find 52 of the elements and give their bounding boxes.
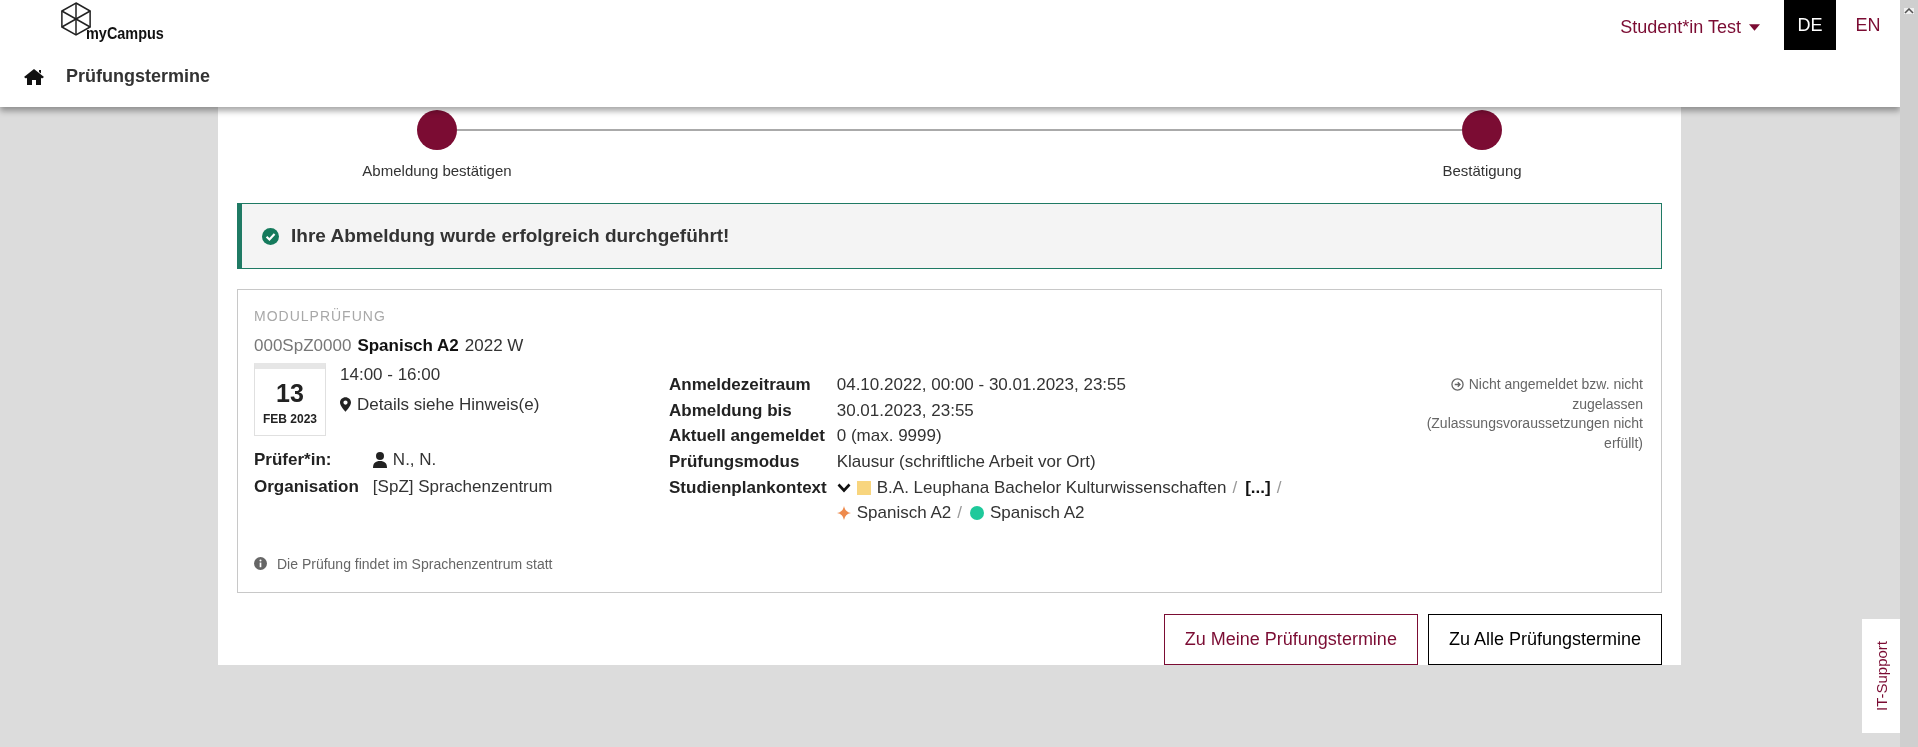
info-icon (254, 557, 267, 571)
step-marker (1462, 110, 1502, 150)
ellipsis-link[interactable]: [...] (1245, 475, 1271, 501)
arrow-circle-icon (1450, 377, 1464, 391)
exam-time: 14:00 - 16:00 (340, 363, 442, 386)
field-value: 04.10.2022, 00:00 - 30.01.2023, 23:55 (836, 373, 1127, 396)
field-value: 0 (max. 9999) (836, 425, 943, 448)
path-separator: / (1276, 476, 1282, 499)
step-label: Bestätigung (1442, 161, 1522, 181)
path-separator: / (957, 502, 962, 525)
caret-icon (1749, 24, 1760, 31)
exam-title: Spanisch A2 (357, 335, 459, 358)
page-title: Prüfungstermine (66, 66, 211, 87)
exam-term: 2022 W (464, 335, 524, 358)
scrollbar[interactable] (1900, 0, 1918, 747)
field-label: Prüfungsmodus (669, 450, 801, 473)
logo-text: myCampus (86, 24, 164, 44)
registration-status: Nicht angemeldet bzw. nicht zugelassen (Zulassungsvoraussetzungen nicht erfüllt) (1425, 374, 1643, 453)
context-item: Spanisch A2 (856, 502, 952, 525)
language-tab[interactable]: DE (1784, 0, 1836, 50)
field-label: Abmeldung bis (669, 399, 793, 422)
field-label: Anmeldezeitraum (669, 373, 812, 396)
home-icon[interactable] (24, 68, 44, 85)
person-icon (372, 452, 387, 469)
step-label: Abmeldung bestätigen (362, 161, 512, 181)
path-separator: / (1232, 476, 1238, 499)
alert-message: Ihre Abmeldung wurde erfolgreich durchgeführt! (291, 224, 730, 249)
context-item: Spanisch A2 (990, 502, 1085, 525)
date-day: 13 (276, 375, 304, 412)
chevron-down-icon[interactable] (836, 482, 851, 493)
field-value: N., N. (392, 448, 437, 471)
navigation-button[interactable]: Zu Alle Prüfungstermine (1427, 614, 1662, 666)
field-label: Prüfer*in: (254, 448, 333, 471)
it-support-tab[interactable]: IT-Support (1862, 619, 1900, 733)
check-circle-icon (262, 227, 279, 245)
field-value: 30.01.2023, 23:55 (836, 399, 975, 422)
exam-note: Die Prüfung findet im Sprachenzentrum statt (277, 554, 553, 574)
exam-code: 000SpZ0000 (254, 335, 352, 358)
exam-location: Details siehe Hinweis(e) (357, 393, 540, 416)
step-marker (417, 110, 457, 150)
location-pin-icon (340, 397, 351, 413)
field-label: Studienplankontext (669, 476, 827, 499)
user-menu[interactable]: Student*in Test (1620, 17, 1760, 38)
field-value: Klausur (schriftliche Arbeit vor Ort) (836, 450, 1097, 473)
navigation-button[interactable]: Zu Meine Prüfungstermine (1163, 614, 1418, 666)
context-item: B.A. Leuphana Bachelor Kulturwissenschaften (876, 476, 1227, 499)
field-label: Aktuell angemeldet (669, 425, 826, 448)
caret-up-icon[interactable] (1904, 8, 1914, 14)
date-month-year: FEB 2023 (263, 411, 317, 429)
field-label: Organisation (254, 475, 359, 498)
exam-type: MODULPRÜFUNG (254, 307, 387, 326)
field-value: [SpZ] Sprachenzentrum (372, 475, 553, 498)
